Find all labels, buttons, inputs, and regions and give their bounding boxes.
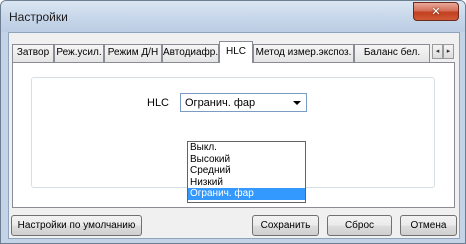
settings-dialog: Настройки ✕ Затвор Реж.усил. Режим Д/Н А…	[0, 0, 466, 244]
save-button[interactable]: Сохранить	[252, 215, 319, 236]
tab-auto-iris[interactable]: Автодиафр.	[162, 44, 219, 62]
option-medium[interactable]: Средний	[188, 165, 305, 177]
hlc-select-value: Огранич. фар	[185, 97, 256, 109]
close-button[interactable]: ✕	[413, 2, 459, 21]
chevron-down-icon	[293, 101, 301, 105]
tab-scroll-left-button[interactable]: ◂	[432, 44, 443, 59]
tab-day-night[interactable]: Режим Д/Н	[104, 44, 162, 62]
cancel-button[interactable]: Отмена	[400, 215, 457, 236]
tab-strip: Затвор Реж.усил. Режим Д/Н Автодиафр. HL…	[12, 41, 457, 63]
tab-white-balance[interactable]: Баланс бел.	[354, 44, 430, 62]
option-headlight-limit[interactable]: Огранич. фар	[188, 188, 305, 200]
hlc-dropdown-list: Выкл. Высокий Средний Низкий Огранич. фа…	[187, 141, 306, 203]
tab-hlc[interactable]: HLC	[219, 41, 253, 63]
option-off[interactable]: Выкл.	[188, 142, 305, 154]
tab-metering[interactable]: Метод измер.экспоз.	[253, 44, 354, 62]
reset-button[interactable]: Сброс	[327, 215, 392, 236]
hlc-label: HLC	[147, 97, 170, 109]
close-icon: ✕	[431, 5, 441, 18]
tab-scroll-right-button[interactable]: ▸	[443, 44, 454, 59]
hlc-select[interactable]: Огранич. фар	[180, 93, 307, 112]
chevron-right-icon: ▸	[446, 48, 451, 55]
option-low[interactable]: Низкий	[188, 177, 305, 189]
dialog-body: Затвор Реж.усил. Режим Д/Н Автодиафр. HL…	[8, 32, 460, 239]
chevron-left-icon: ◂	[435, 48, 440, 55]
tab-gain[interactable]: Реж.усил.	[54, 44, 104, 62]
window-title: Настройки	[9, 10, 68, 24]
title-bar[interactable]: Настройки ✕	[1, 1, 465, 32]
option-high[interactable]: Высокий	[188, 154, 305, 166]
tab-shutter[interactable]: Затвор	[12, 44, 54, 62]
defaults-button[interactable]: Настройки по умолчанию	[11, 215, 142, 236]
